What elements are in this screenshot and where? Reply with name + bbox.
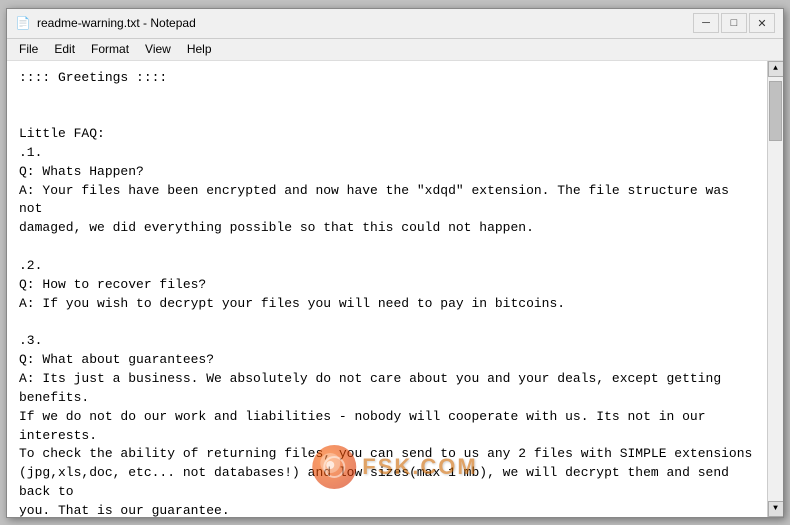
close-button[interactable]: ✕ <box>749 13 775 33</box>
window-controls: ─ □ ✕ <box>693 13 775 33</box>
menu-view[interactable]: View <box>137 40 179 58</box>
scroll-thumb[interactable] <box>769 81 782 141</box>
scroll-down-arrow[interactable]: ▼ <box>768 501 784 517</box>
menu-help[interactable]: Help <box>179 40 220 58</box>
menu-format[interactable]: Format <box>83 40 137 58</box>
menu-edit[interactable]: Edit <box>46 40 83 58</box>
text-content[interactable]: :::: Greetings :::: Little FAQ: .1. Q: W… <box>7 61 767 517</box>
menu-file[interactable]: File <box>11 40 46 58</box>
scroll-track[interactable] <box>768 77 783 501</box>
window-title: readme-warning.txt - Notepad <box>37 16 196 30</box>
title-bar-left: 📄 readme-warning.txt - Notepad <box>15 15 196 31</box>
menu-bar: File Edit Format View Help <box>7 39 783 61</box>
vertical-scrollbar[interactable]: ▲ ▼ <box>767 61 783 517</box>
content-area: :::: Greetings :::: Little FAQ: .1. Q: W… <box>7 61 783 517</box>
minimize-button[interactable]: ─ <box>693 13 719 33</box>
title-bar: 📄 readme-warning.txt - Notepad ─ □ ✕ <box>7 9 783 39</box>
notepad-icon: 📄 <box>15 15 31 31</box>
notepad-window: 📄 readme-warning.txt - Notepad ─ □ ✕ Fil… <box>6 8 784 518</box>
scroll-up-arrow[interactable]: ▲ <box>768 61 784 77</box>
maximize-button[interactable]: □ <box>721 13 747 33</box>
